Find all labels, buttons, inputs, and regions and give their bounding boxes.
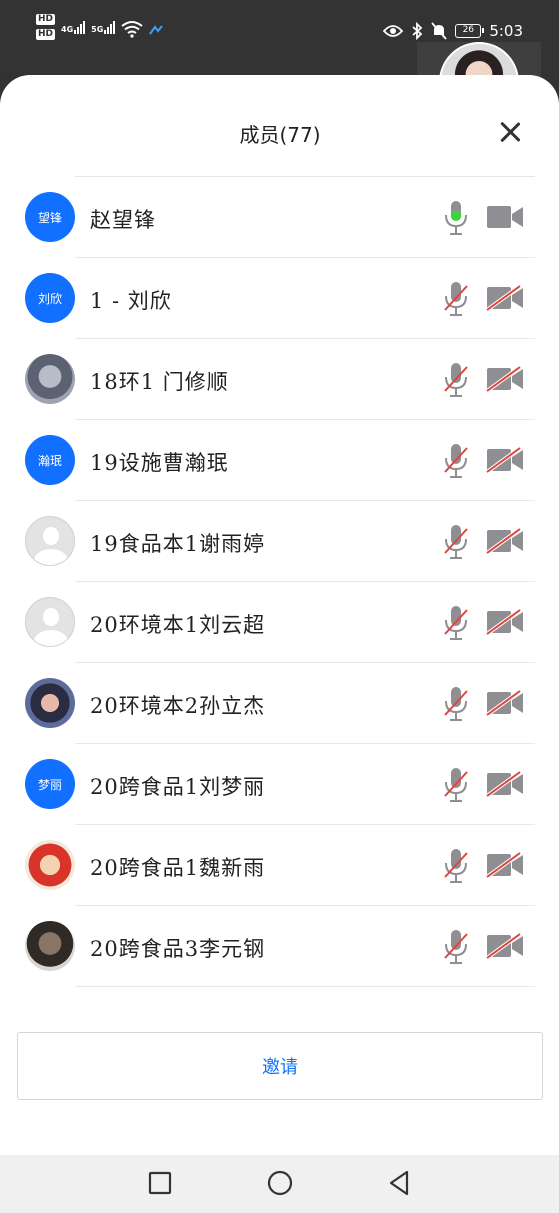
circle-icon[interactable] xyxy=(266,1169,294,1197)
avatar-initials: 梦丽 xyxy=(37,777,62,792)
microphone-muted-icon[interactable] xyxy=(443,604,469,642)
clock: 5:03 xyxy=(489,22,523,40)
camera-off-icon[interactable] xyxy=(486,771,524,797)
member-name: 19食品本1谢雨婷 xyxy=(90,532,266,556)
member-list[interactable]: 望锋 赵望锋刘欣 1 - 刘欣 18环1 门修顺瀚珉 19设施曹瀚珉 19食品本1谢雨婷 2… xyxy=(0,177,559,1007)
avatar-initials: 瀚珉 xyxy=(37,453,62,468)
microphone-muted-icon[interactable] xyxy=(443,280,469,318)
default-avatar-body xyxy=(34,549,68,565)
member-row[interactable]: 瀚珉 19设施曹瀚珉 xyxy=(0,420,559,501)
avatar-initials: 望锋 xyxy=(37,210,62,225)
avatar: 望锋 xyxy=(25,192,75,242)
sheet-header: 成员(77) xyxy=(75,75,535,177)
member-row[interactable]: 20环境本2孙立杰 xyxy=(0,663,559,744)
camera-off-icon[interactable] xyxy=(486,447,524,473)
navigation-bar xyxy=(0,1155,559,1213)
default-avatar-head xyxy=(43,608,59,626)
avatar xyxy=(25,354,75,404)
signal-bars-icon xyxy=(74,20,86,34)
microphone-muted-icon[interactable] xyxy=(443,766,469,804)
camera-off-icon[interactable] xyxy=(486,933,524,959)
invite-button-label: 邀请 xyxy=(262,1057,298,1078)
status-right: 26 5:03 xyxy=(383,22,523,40)
network-type-label: 4G xyxy=(61,25,74,34)
triangle-back-icon[interactable] xyxy=(385,1169,413,1197)
member-name: 20环境本2孙立杰 xyxy=(90,694,266,718)
member-row[interactable]: 19食品本1谢雨婷 xyxy=(0,501,559,582)
member-name: 19设施曹瀚珉 xyxy=(90,451,229,475)
hd-badge: HD xyxy=(36,14,56,25)
member-row[interactable]: 望锋 赵望锋 xyxy=(0,177,559,258)
avatar-initials: 刘欣 xyxy=(37,291,62,306)
microphone-muted-icon[interactable] xyxy=(443,523,469,561)
member-name: 20跨食品1魏新雨 xyxy=(90,856,266,880)
data-sync-icon xyxy=(149,25,164,35)
cell-signal-1: 4G xyxy=(61,20,86,34)
bluetooth-icon xyxy=(412,22,423,40)
member-row[interactable]: 梦丽 20跨食品1刘梦丽 xyxy=(0,744,559,825)
signal-bars-icon xyxy=(104,20,116,34)
default-avatar-head xyxy=(43,527,59,545)
member-name: 18环1 门修顺 xyxy=(90,370,229,394)
camera-off-icon[interactable] xyxy=(486,690,524,716)
default-avatar-body xyxy=(34,630,68,646)
member-row[interactable]: 20环境本1刘云超 xyxy=(0,582,559,663)
member-name: 20环境本1刘云超 xyxy=(90,613,266,637)
eye-icon xyxy=(383,25,404,37)
square-icon[interactable] xyxy=(146,1169,174,1197)
avatar: 刘欣 xyxy=(25,273,75,323)
microphone-icon[interactable] xyxy=(443,199,469,237)
avatar xyxy=(25,921,75,971)
camera-off-icon[interactable] xyxy=(486,609,524,635)
microphone-muted-icon[interactable] xyxy=(443,847,469,885)
row-divider xyxy=(75,986,535,987)
network-type-label: 5G xyxy=(91,25,104,34)
member-name: 1 - 刘欣 xyxy=(90,289,172,313)
avatar xyxy=(25,678,75,728)
camera-off-icon[interactable] xyxy=(486,366,524,392)
members-sheet: 成员(77) 望锋 赵望锋刘欣 1 - 刘欣 18环1 门修顺瀚珉 19设施曹瀚珉 19食… xyxy=(0,75,559,1155)
avatar: 梦丽 xyxy=(25,759,75,809)
avatar xyxy=(25,840,75,890)
battery-indicator: 26 xyxy=(455,24,485,38)
wifi-icon xyxy=(121,21,143,38)
microphone-muted-icon[interactable] xyxy=(443,442,469,480)
status-left: HD HD 4G 5G xyxy=(36,14,165,40)
camera-off-icon[interactable] xyxy=(486,528,524,554)
camera-off-icon[interactable] xyxy=(486,285,524,311)
member-row[interactable]: 18环1 门修顺 xyxy=(0,339,559,420)
member-name: 赵望锋 xyxy=(90,208,156,232)
hd-indicators: HD HD xyxy=(36,14,56,40)
member-row[interactable]: 20跨食品3李元钢 xyxy=(0,906,559,987)
microphone-muted-icon[interactable] xyxy=(443,361,469,399)
member-row[interactable]: 20跨食品1魏新雨 xyxy=(0,825,559,906)
hd-badge: HD xyxy=(36,29,56,40)
camera-off-icon[interactable] xyxy=(486,852,524,878)
member-name: 20跨食品1刘梦丽 xyxy=(90,775,266,799)
microphone-muted-icon[interactable] xyxy=(443,685,469,723)
close-icon[interactable] xyxy=(495,117,525,147)
microphone-muted-icon[interactable] xyxy=(443,928,469,966)
cell-signal-2: 5G xyxy=(91,20,116,34)
avatar: 瀚珉 xyxy=(25,435,75,485)
member-name: 20跨食品3李元钢 xyxy=(90,937,266,961)
members-title: 成员(77) xyxy=(239,123,321,147)
avatar xyxy=(25,516,75,566)
bell-muted-icon xyxy=(431,22,447,40)
member-row[interactable]: 刘欣 1 - 刘欣 xyxy=(0,258,559,339)
avatar xyxy=(25,597,75,647)
camera-icon[interactable] xyxy=(486,204,524,230)
invite-button[interactable]: 邀请 xyxy=(17,1032,543,1100)
